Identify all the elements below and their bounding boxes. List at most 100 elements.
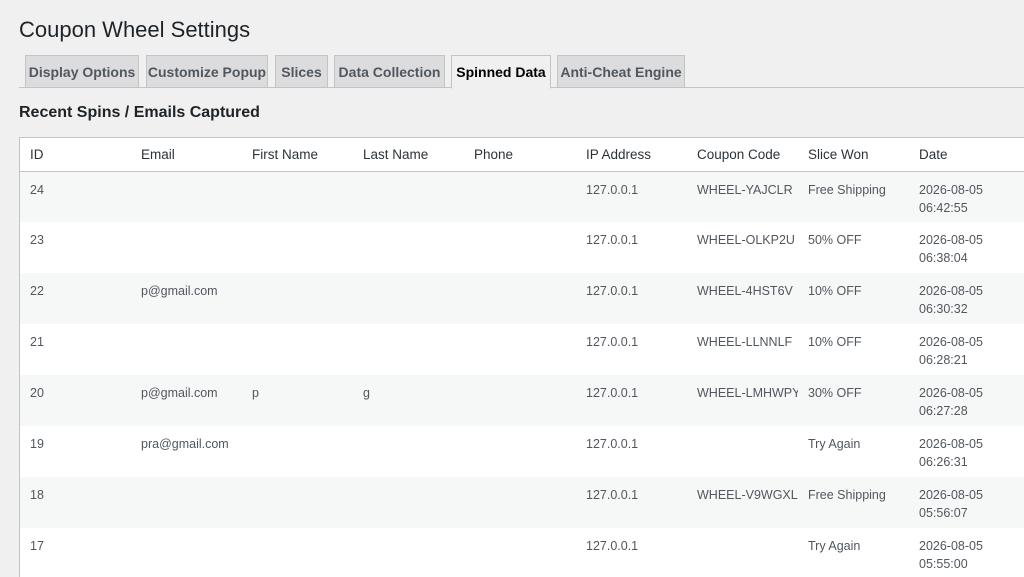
cell-first-name: [242, 426, 353, 477]
column-header-email: Email: [141, 146, 175, 162]
cell-coupon-code: WHEEL-OLKP2U: [697, 233, 795, 247]
cell-date: 2026-08-05 06:26:31: [909, 426, 1024, 477]
cell-phone: [464, 222, 576, 273]
cell-date-day: 2026-08-05: [919, 284, 983, 298]
cell-coupon-code: WHEEL-LMHWPY: [697, 386, 798, 400]
cell-date-time: 06:30:32: [919, 302, 968, 316]
cell-ip-address: 127.0.0.1: [586, 539, 639, 553]
tab-slices[interactable]: Slices: [275, 55, 328, 88]
cell-phone: [464, 477, 576, 528]
cell-date: 2026-08-05 05:55:00: [909, 528, 1024, 577]
column-header-ip-address: IP Address: [586, 146, 652, 162]
cell-date-day: 2026-08-05: [919, 335, 983, 349]
cell-first-name: p: [252, 386, 259, 400]
cell-last-name: [353, 528, 464, 577]
table-row: 22 p@gmail.com 127.0.0.1 WHEEL-4HST6V 10% OF…: [20, 273, 1024, 324]
cell-date-day: 2026-08-05: [919, 386, 983, 400]
cell-date-time: 06:28:21: [919, 353, 968, 367]
cell-date-day: 2026-08-05: [919, 437, 983, 451]
cell-date: 2026-08-05 06:38:04: [909, 222, 1024, 273]
cell-date: 2026-08-05 06:28:21: [909, 324, 1024, 375]
cell-date-day: 2026-08-05: [919, 182, 983, 197]
cell-id: 17: [30, 539, 44, 553]
cell-email: [131, 528, 242, 577]
cell-date-time: 05:55:00: [919, 557, 968, 571]
cell-last-name: [353, 273, 464, 324]
column-header-coupon-code: Coupon Code: [697, 146, 781, 162]
cell-email: [131, 477, 242, 528]
cell-phone: [464, 528, 576, 577]
cell-first-name: [242, 477, 353, 528]
cell-date: 2026-08-05 06:27:28: [909, 375, 1024, 426]
cell-coupon-code: [687, 528, 798, 577]
column-header-id: ID: [30, 146, 44, 162]
cell-slice-won: Try Again: [808, 539, 861, 553]
cell-ip-address: 127.0.0.1: [586, 233, 639, 247]
tab-customize-popup[interactable]: Customize Popup: [146, 55, 268, 88]
cell-last-name: [353, 477, 464, 528]
cell-coupon-code: WHEEL-V9WGXL: [697, 488, 798, 502]
cell-first-name: [242, 222, 353, 273]
cell-slice-won: 50% OFF: [808, 233, 862, 247]
cell-first-name: [242, 171, 353, 222]
cell-ip-address: 127.0.0.1: [586, 488, 639, 502]
page-title: Coupon Wheel Settings: [19, 17, 251, 42]
tab-anti-cheat-engine[interactable]: Anti-Cheat Engine: [557, 55, 685, 88]
cell-phone: [464, 426, 576, 477]
cell-date-time: 06:38:04: [919, 251, 968, 265]
cell-date-time: 06:42:55: [919, 200, 968, 215]
table-row: 21 127.0.0.1 WHEEL-LLNNLF 10% OFF 2026-08-05…: [20, 324, 1024, 375]
cell-date: 2026-08-05 05:56:07: [909, 477, 1024, 528]
cell-coupon-code: [687, 426, 798, 477]
table-row: 17 127.0.0.1 Try Again 2026-08-05 05:55:00: [20, 528, 1024, 577]
cell-slice-won: Free Shipping: [808, 488, 886, 502]
cell-id: 22: [30, 284, 44, 298]
cell-phone: [464, 375, 576, 426]
cell-phone: [464, 273, 576, 324]
cell-email: [131, 171, 242, 222]
cell-date-day: 2026-08-05: [919, 539, 983, 553]
cell-first-name: [242, 528, 353, 577]
cell-slice-won: Try Again: [808, 437, 861, 451]
tab-data-collection[interactable]: Data Collection: [334, 55, 445, 88]
cell-slice-won: Free Shipping: [808, 182, 886, 197]
cell-phone: [464, 324, 576, 375]
cell-ip-address: 127.0.0.1: [586, 182, 639, 197]
tab-display-options[interactable]: Display Options: [25, 55, 139, 88]
column-header-last-name: Last Name: [363, 146, 429, 162]
cell-date-time: 05:56:07: [919, 506, 968, 520]
cell-last-name: [353, 171, 464, 222]
section-title: Recent Spins / Emails Captured: [19, 104, 260, 121]
cell-date: 2026-08-05 06:42:55: [909, 171, 1024, 222]
cell-email: [131, 222, 242, 273]
cell-date: 2026-08-05 06:30:32: [909, 273, 1024, 324]
cell-last-name: [353, 324, 464, 375]
cell-ip-address: 127.0.0.1: [586, 437, 639, 451]
settings-tabs: Display Options Customize Popup Slices D…: [19, 55, 1024, 89]
cell-email: [131, 324, 242, 375]
cell-date-day: 2026-08-05: [919, 233, 983, 247]
cell-date-day: 2026-08-05: [919, 488, 983, 502]
column-header-phone: Phone: [474, 146, 514, 162]
cell-phone: [464, 171, 576, 222]
table-row: 19 pra@gmail.com 127.0.0.1 Try Again 2026-08…: [20, 426, 1024, 477]
cell-first-name: [242, 273, 353, 324]
cell-slice-won: 10% OFF: [808, 284, 862, 298]
cell-email: pra@gmail.com: [141, 437, 229, 451]
cell-ip-address: 127.0.0.1: [586, 284, 639, 298]
table-header-row: ID Email First Name Last Name Phone IP A…: [20, 138, 1024, 171]
cell-email: p@gmail.com: [141, 284, 218, 298]
cell-id: 20: [30, 386, 44, 400]
tab-spinned-data[interactable]: Spinned Data: [451, 55, 551, 89]
cell-coupon-code: WHEEL-LLNNLF: [697, 335, 793, 349]
column-header-slice-won: Slice Won: [808, 146, 869, 162]
cell-last-name: [353, 222, 464, 273]
table-row: 23 127.0.0.1 WHEEL-OLKP2U 50% OFF 2026-08-05…: [20, 222, 1024, 273]
cell-id: 21: [30, 335, 44, 349]
cell-email: p@gmail.com: [141, 386, 218, 400]
table-row: 18 127.0.0.1 WHEEL-V9WGXL Free Shipping 2026…: [20, 477, 1024, 528]
cell-coupon-code: WHEEL-4HST6V: [697, 284, 793, 298]
table-row: 24 127.0.0.1 WHEEL-YAJCLR Free Shipping 2026…: [20, 171, 1024, 222]
cell-last-name: [353, 426, 464, 477]
cell-last-name: g: [363, 386, 370, 400]
